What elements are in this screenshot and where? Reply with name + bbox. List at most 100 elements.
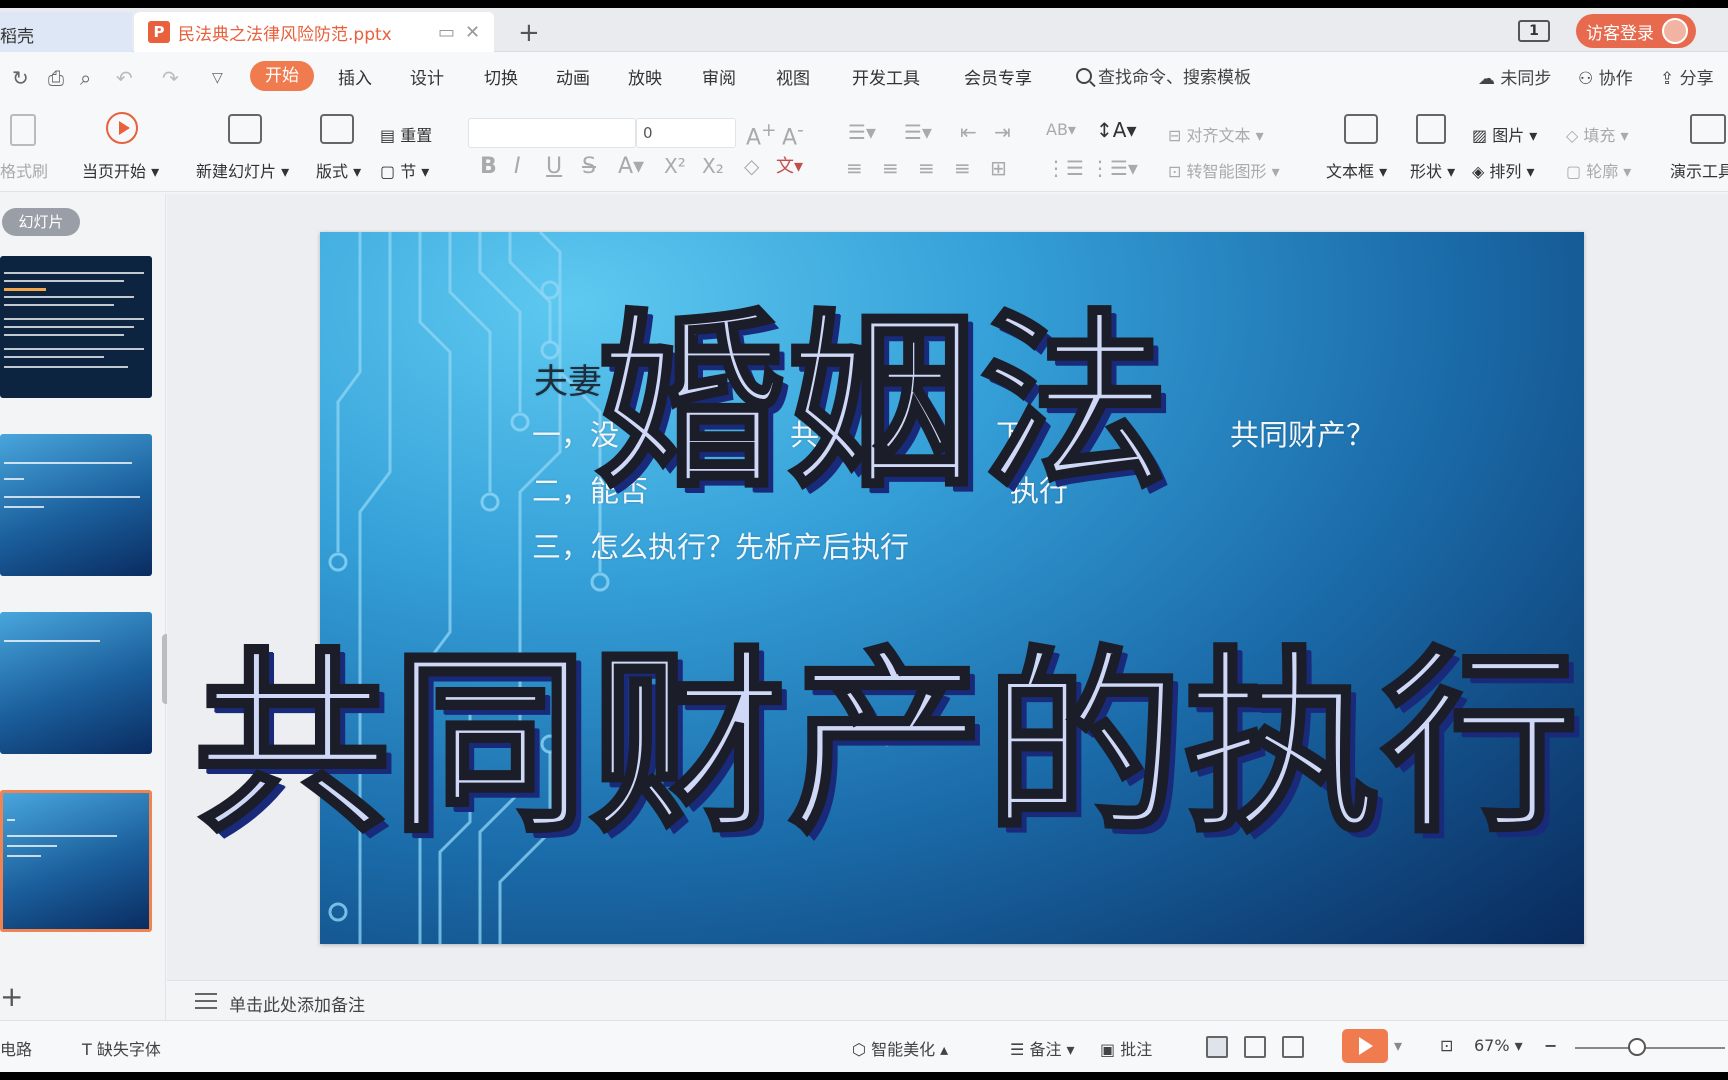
font-size-select[interactable]: 0 xyxy=(636,118,736,148)
align-left-icon[interactable]: ≡ xyxy=(846,156,863,180)
undo-icon[interactable]: ↶ xyxy=(116,66,133,90)
section-button[interactable]: ▢ 节 ▾ xyxy=(380,158,429,182)
column-spacing-icon[interactable]: ⋮☰ xyxy=(1046,156,1084,180)
menu-tab-animation[interactable]: 动画 xyxy=(556,64,590,89)
shape-icon[interactable] xyxy=(1416,114,1446,144)
print-preview-icon[interactable]: ⌕ xyxy=(80,66,91,90)
slides-tab[interactable]: 幻灯片 xyxy=(2,208,80,236)
slide-thumbnail-2[interactable] xyxy=(0,434,152,576)
close-tab-icon[interactable]: ✕ xyxy=(465,22,480,43)
present-tools-button[interactable]: 演示工具 xyxy=(1670,158,1728,182)
slide-thumbnail-1[interactable] xyxy=(0,256,152,398)
command-search[interactable]: 查找命令、搜索模板 xyxy=(1076,63,1251,88)
picture-button[interactable]: ▨ 图片 ▾ xyxy=(1472,122,1537,146)
layout-icon[interactable] xyxy=(320,114,354,144)
window-count-badge[interactable]: 1 xyxy=(1518,20,1550,42)
strikethrough-icon[interactable]: S xyxy=(582,154,596,179)
notes-bar[interactable]: 单击此处添加备注 xyxy=(167,980,1728,1020)
menu-tab-member[interactable]: 会员专享 xyxy=(964,64,1032,89)
textbox-button[interactable]: 文本框 ▾ xyxy=(1326,158,1387,182)
slide-heading[interactable]: 夫妻 xyxy=(534,354,602,403)
outline-button[interactable]: ▢ 轮廓 ▾ xyxy=(1566,158,1631,182)
missing-font-button[interactable]: T 缺失字体 xyxy=(82,1036,161,1060)
collaborate-button[interactable]: ⚇ 协作 xyxy=(1578,64,1633,89)
slide-line-1d[interactable]: 共同财产？ xyxy=(1230,412,1375,454)
spell-check-status[interactable]: 电路 xyxy=(0,1036,32,1060)
italic-icon[interactable]: I xyxy=(514,154,521,179)
clear-format-icon[interactable]: ◇ xyxy=(744,154,759,178)
decrease-indent-icon[interactable]: ⇤ xyxy=(960,120,977,144)
menu-tab-insert[interactable]: 插入 xyxy=(338,64,372,89)
phonetic-guide-icon[interactable]: 文▾ xyxy=(776,152,803,178)
bold-icon[interactable]: B xyxy=(480,154,497,179)
add-slide-button[interactable]: + xyxy=(0,980,23,1013)
increase-indent-icon[interactable]: ⇥ xyxy=(994,120,1011,144)
menu-tab-transition[interactable]: 切换 xyxy=(484,64,518,89)
justify-icon[interactable]: ≡ xyxy=(954,156,971,180)
present-tools-icon[interactable] xyxy=(1690,114,1726,144)
zoom-select[interactable]: 67% ▾ xyxy=(1474,1036,1523,1055)
line-spacing-icon[interactable]: ↕A▾ xyxy=(1096,118,1136,142)
zoom-out-icon[interactable]: − xyxy=(1544,1036,1557,1055)
font-color-icon[interactable]: A▾ xyxy=(618,154,644,179)
customize-toolbar-icon[interactable]: ▽ xyxy=(212,70,223,86)
slide-line-3[interactable]: 三，怎么执行？先析产后执行 xyxy=(532,524,909,566)
comments-button[interactable]: ▣ 批注 xyxy=(1100,1036,1152,1060)
menu-tab-design[interactable]: 设计 xyxy=(410,64,444,89)
monitor-icon[interactable]: ▭ xyxy=(438,22,455,43)
zoom-slider-track[interactable] xyxy=(1575,1047,1725,1049)
share-button[interactable]: ⇪ 分享 xyxy=(1660,64,1714,89)
new-slide-icon[interactable] xyxy=(228,114,262,144)
arrange-button[interactable]: ◈ 排列 ▾ xyxy=(1472,158,1535,182)
slideshow-play-button[interactable] xyxy=(1342,1029,1388,1063)
numbered-list-icon[interactable]: ☰▾ xyxy=(904,120,932,144)
menu-tab-view[interactable]: 视图 xyxy=(776,64,810,89)
menu-tab-developer[interactable]: 开发工具 xyxy=(852,64,920,89)
slide-thumbnail-3[interactable] xyxy=(0,612,152,754)
slide-thumbnail-4-selected[interactable] xyxy=(0,790,152,932)
reading-view-icon[interactable] xyxy=(1282,1036,1304,1058)
zoom-slider-handle[interactable] xyxy=(1628,1038,1646,1056)
smart-art-button[interactable]: ⊡ 转智能图形 ▾ xyxy=(1168,158,1280,182)
tab-document[interactable]: P 民法典之法律风险防范.pptx ▭ ✕ xyxy=(134,12,494,52)
format-painter-icon[interactable] xyxy=(10,114,36,146)
slide-sorter-icon[interactable] xyxy=(1244,1036,1266,1058)
increase-font-icon[interactable]: A+ xyxy=(746,120,776,150)
font-family-select[interactable] xyxy=(468,118,636,148)
text-direction-icon[interactable]: AB▾ xyxy=(1046,120,1076,139)
smart-beautify-button[interactable]: ⬡ 智能美化 ▴ xyxy=(852,1036,948,1060)
menu-tab-slideshow[interactable]: 放映 xyxy=(628,64,662,89)
notes-toggle-button[interactable]: ☰ 备注 ▾ xyxy=(1010,1036,1075,1060)
decrease-font-icon[interactable]: A- xyxy=(782,120,804,150)
distribute-icon[interactable]: ⊞ xyxy=(990,156,1007,180)
shape-button[interactable]: 形状 ▾ xyxy=(1410,158,1455,182)
align-right-icon[interactable]: ≡ xyxy=(918,156,935,180)
normal-view-icon[interactable] xyxy=(1206,1036,1228,1058)
fill-button[interactable]: ◇ 填充 ▾ xyxy=(1566,122,1629,146)
align-center-icon[interactable]: ≡ xyxy=(882,156,899,180)
textbox-icon[interactable] xyxy=(1344,114,1378,144)
superscript-icon[interactable]: X² xyxy=(664,154,686,178)
guest-login-button[interactable]: 访客登录 xyxy=(1576,14,1696,48)
menu-tab-home[interactable]: 开始 xyxy=(250,61,314,91)
tab-home[interactable]: 稻壳 xyxy=(0,12,132,52)
menu-tab-review[interactable]: 审阅 xyxy=(702,64,736,89)
notes-placeholder[interactable]: 单击此处添加备注 xyxy=(229,991,365,1016)
align-text-button[interactable]: ⊟ 对齐文本 ▾ xyxy=(1168,122,1264,146)
new-slide-button[interactable]: 新建幻灯片 ▾ xyxy=(196,158,289,182)
fit-window-icon[interactable]: ⊡ xyxy=(1440,1036,1453,1055)
subscript-icon[interactable]: X₂ xyxy=(702,154,724,178)
redo-icon[interactable]: ↷ xyxy=(162,66,179,90)
reset-button[interactable]: ▤ 重置 xyxy=(380,122,432,146)
new-tab-button[interactable]: + xyxy=(518,18,540,48)
redo-arrow-icon[interactable]: ↻ xyxy=(12,66,29,90)
column-icon[interactable]: ⋮☰▾ xyxy=(1090,156,1138,180)
play-current-icon[interactable] xyxy=(106,112,138,144)
sync-status-button[interactable]: ☁ 未同步 xyxy=(1478,64,1551,89)
play-from-current-button[interactable]: 当页开始 ▾ xyxy=(82,158,159,182)
print-icon[interactable]: ⎙ xyxy=(48,66,64,90)
underline-icon[interactable]: U xyxy=(546,154,562,179)
layout-button[interactable]: 版式 ▾ xyxy=(316,158,361,182)
bullet-list-icon[interactable]: ☰▾ xyxy=(848,120,876,144)
slideshow-options-icon[interactable]: ▾ xyxy=(1394,1036,1402,1055)
